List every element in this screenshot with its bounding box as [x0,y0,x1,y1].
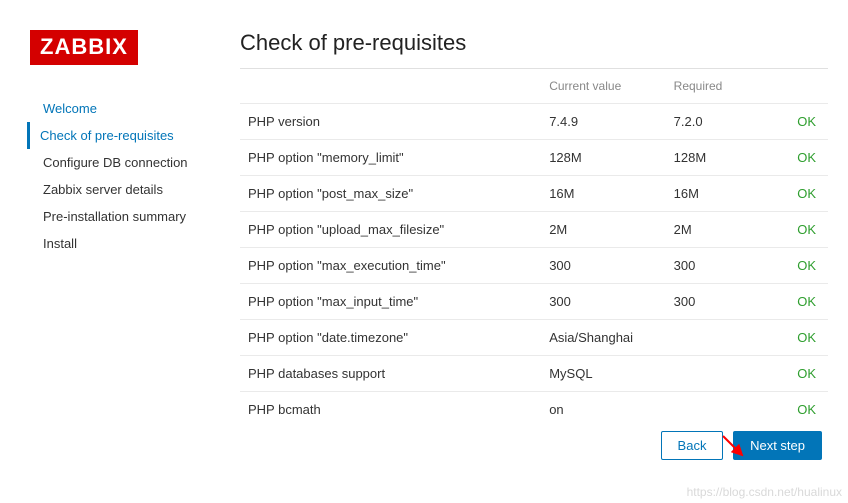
nav-item: Pre-installation summary [30,203,240,230]
table-row: PHP option "memory_limit"128M128MOK [240,140,828,176]
cell-current: on [541,392,665,420]
nav-item: Zabbix server details [30,176,240,203]
cell-current: 300 [541,248,665,284]
table-row: PHP option "post_max_size"16M16MOK [240,176,828,212]
status-ok: OK [797,294,816,309]
cell-current: 300 [541,284,665,320]
cell-current: 128M [541,140,665,176]
nav-item: Configure DB connection [30,149,240,176]
cell-required: 16M [666,176,770,212]
cell-required: 300 [666,284,770,320]
cell-current: Asia/Shanghai [541,320,665,356]
header-required: Required [666,69,770,104]
nav-item: Check of pre-requisites [27,122,240,149]
cell-current: 2M [541,212,665,248]
status-ok: OK [797,402,816,417]
status-ok: OK [797,222,816,237]
cell-status: OK [769,248,828,284]
table-row: PHP option "date.timezone"Asia/Shanghai O… [240,320,828,356]
table-row: PHP bcmathon OK [240,392,828,420]
status-ok: OK [797,114,816,129]
status-ok: OK [797,186,816,201]
cell-status: OK [769,212,828,248]
cell-name: PHP option "max_execution_time" [240,248,541,284]
table-row: PHP option "max_execution_time"300300OK [240,248,828,284]
cell-required [666,356,770,392]
cell-name: PHP option "upload_max_filesize" [240,212,541,248]
cell-current: 16M [541,176,665,212]
header-current: Current value [541,69,665,104]
requisites-table: Current value Required PHP version7.4.97… [240,69,828,419]
cell-name: PHP bcmath [240,392,541,420]
cell-name: PHP option "max_input_time" [240,284,541,320]
table-row: PHP option "upload_max_filesize"2M2MOK [240,212,828,248]
status-ok: OK [797,258,816,273]
cell-required: 300 [666,248,770,284]
next-step-button[interactable]: Next step [733,431,822,460]
cell-name: PHP option "date.timezone" [240,320,541,356]
cell-name: PHP databases support [240,356,541,392]
cell-required [666,320,770,356]
header-status [769,69,828,104]
cell-status: OK [769,320,828,356]
cell-current: 7.4.9 [541,104,665,140]
table-row: PHP version7.4.97.2.0 OK [240,104,828,140]
status-ok: OK [797,366,816,381]
zabbix-logo: ZABBIX [30,30,138,65]
status-ok: OK [797,150,816,165]
status-ok: OK [797,330,816,345]
requisites-table-scroll[interactable]: Current value Required PHP version7.4.97… [240,68,828,419]
cell-required: 7.2.0 [666,104,770,140]
cell-required [666,392,770,420]
nav-item: Install [30,230,240,257]
cell-required: 128M [666,140,770,176]
watermark-text: https://blog.csdn.net/hualinux [687,485,842,499]
cell-required: 2M [666,212,770,248]
cell-status: OK [769,104,828,140]
cell-status: OK [769,140,828,176]
cell-name: PHP option "post_max_size" [240,176,541,212]
cell-current: MySQL [541,356,665,392]
cell-status: OK [769,392,828,420]
cell-status: OK [769,176,828,212]
header-name [240,69,541,104]
table-row: PHP option "max_input_time"300300OK [240,284,828,320]
wizard-nav: WelcomeCheck of pre-requisitesConfigure … [30,95,240,257]
page-title: Check of pre-requisites [240,30,828,56]
nav-item[interactable]: Welcome [30,95,240,122]
back-button[interactable]: Back [661,431,724,460]
cell-status: OK [769,284,828,320]
table-row: PHP databases supportMySQL OK [240,356,828,392]
cell-status: OK [769,356,828,392]
cell-name: PHP option "memory_limit" [240,140,541,176]
cell-name: PHP version [240,104,541,140]
